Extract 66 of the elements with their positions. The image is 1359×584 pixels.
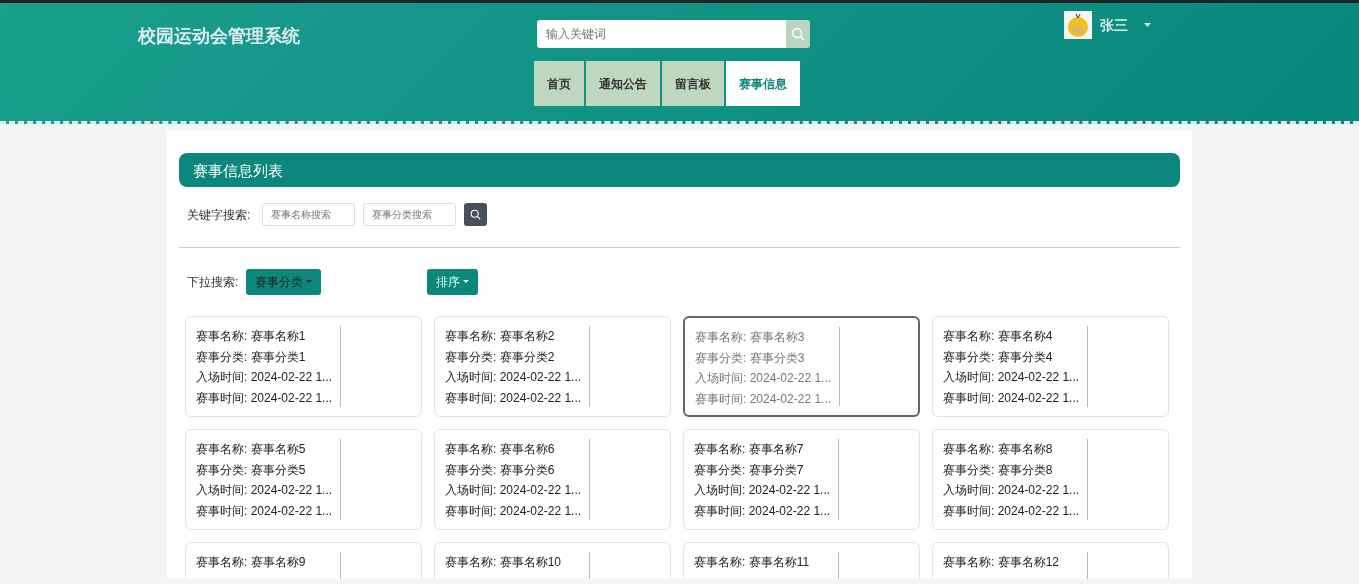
- card-text: 入场时间: 2024-02-22 1...: [943, 482, 1081, 499]
- event-card[interactable]: 赛事名称: 赛事名称7 赛事分类: 赛事分类7 入场时间: 2024-02-22 1... 赛事时间: 2024-02-22 1...: [683, 429, 920, 530]
- card-text: 赛事时间: 2024-02-22 1...: [196, 389, 334, 407]
- event-card[interactable]: 赛事名称: 赛事名称1 赛事分类: 赛事分类1 入场时间: 2024-02-22 1... 赛事时间: 2024-02-22 1...: [185, 316, 422, 417]
- event-card[interactable]: 赛事名称: 赛事名称12: [932, 542, 1169, 579]
- card-text: 赛事名称: 赛事名称11: [694, 554, 811, 571]
- search-icon: [470, 209, 482, 220]
- search-button[interactable]: [464, 203, 488, 226]
- card-text: 赛事时间: 2024-02-22 1...: [943, 389, 1081, 407]
- card-text: 赛事分类: 赛事分类5: [196, 461, 307, 479]
- event-card[interactable]: 赛事名称: 赛事名称9: [185, 542, 422, 579]
- event-card[interactable]: 赛事名称: 赛事名称2 赛事分类: 赛事分类2 入场时间: 2024-02-22 1... 赛事时间: 2024-02-22 1...: [434, 316, 671, 417]
- card-text: 赛事名称: 赛事名称7: [694, 441, 805, 458]
- card-text: 入场时间: 2024-02-22 1...: [196, 369, 334, 386]
- card-text: 赛事名称: 赛事名称12: [943, 554, 1060, 571]
- event-card[interactable]: 赛事名称: 赛事名称3 赛事分类: 赛事分类3 入场时间: 2024-02-22 1... 赛事时间: 2024-02-22 1...: [683, 316, 920, 417]
- nav-tab[interactable]: 赛事信息: [726, 61, 800, 106]
- card-text: 赛事名称: 赛事名称10: [445, 554, 562, 571]
- card-text: 赛事名称: 赛事名称3: [695, 329, 806, 346]
- card-text: 赛事分类: 赛事分类1: [196, 348, 307, 366]
- caret-icon[interactable]: [1144, 23, 1151, 27]
- card-text: 赛事时间: 2024-02-22 1...: [943, 502, 1081, 520]
- event-card[interactable]: 赛事名称: 赛事名称4 赛事分类: 赛事分类4 入场时间: 2024-02-22 1... 赛事时间: 2024-02-22 1...: [932, 316, 1169, 417]
- card-text: 入场时间: 2024-02-22 1...: [445, 369, 583, 386]
- event-card[interactable]: 赛事名称: 赛事名称8 赛事分类: 赛事分类8 入场时间: 2024-02-22 1... 赛事时间: 2024-02-22 1...: [932, 429, 1169, 530]
- dropdown-label: 下拉搜索:: [187, 274, 239, 291]
- card-text: 赛事名称: 赛事名称2: [445, 328, 556, 345]
- dropdown-button[interactable]: 排序: [427, 269, 479, 295]
- card-text: 赛事分类: 赛事分类3: [695, 349, 806, 367]
- event-card[interactable]: 赛事名称: 赛事名称5 赛事分类: 赛事分类5 入场时间: 2024-02-22 1... 赛事时间: 2024-02-22 1...: [185, 429, 422, 530]
- nav-tab[interactable]: 首页: [534, 61, 584, 106]
- card-text: 赛事分类: 赛事分类4: [943, 348, 1054, 366]
- card-text: 赛事分类: 赛事分类2: [445, 348, 556, 366]
- search-field[interactable]: 输入关键词: [537, 20, 786, 48]
- search-field[interactable]: 赛事分类搜索: [363, 203, 457, 226]
- card-text: 赛事名称: 赛事名称9: [196, 554, 307, 571]
- event-card[interactable]: 赛事名称: 赛事名称10: [434, 542, 671, 579]
- panel-title: 赛事信息列表: [179, 153, 1180, 187]
- search-icon: [791, 27, 805, 41]
- card-text: 赛事名称: 赛事名称5: [196, 441, 307, 458]
- nav-tab[interactable]: 通知公告: [586, 61, 660, 106]
- card-text: 赛事时间: 2024-02-22 1...: [445, 389, 583, 407]
- card-text: 入场时间: 2024-02-22 1...: [695, 370, 833, 387]
- search-label: 关键字搜索:: [187, 206, 251, 224]
- event-card[interactable]: 赛事名称: 赛事名称11: [683, 542, 920, 579]
- nav-tab[interactable]: 留言板: [662, 61, 724, 106]
- avatar-icon: [1064, 11, 1092, 39]
- card-text: 赛事时间: 2024-02-22 1...: [196, 502, 334, 520]
- event-card[interactable]: 赛事名称: 赛事名称6 赛事分类: 赛事分类6 入场时间: 2024-02-22 1... 赛事时间: 2024-02-22 1...: [434, 429, 671, 530]
- card-text: 赛事名称: 赛事名称4: [943, 328, 1054, 345]
- card-text: 赛事名称: 赛事名称8: [943, 441, 1054, 458]
- card-text: 赛事名称: 赛事名称1: [196, 328, 307, 345]
- card-text: 赛事分类: 赛事分类7: [694, 461, 805, 479]
- card-text: 入场时间: 2024-02-22 1...: [694, 482, 832, 499]
- card-text: 赛事时间: 2024-02-22 1...: [695, 390, 833, 408]
- card-text: 入场时间: 2024-02-22 1...: [196, 482, 334, 499]
- card-text: 赛事名称: 赛事名称6: [445, 441, 556, 458]
- search-field[interactable]: 赛事名称搜索: [262, 203, 356, 226]
- card-text: 赛事时间: 2024-02-22 1...: [694, 502, 832, 520]
- card-text: 入场时间: 2024-02-22 1...: [445, 482, 583, 499]
- card-text: 入场时间: 2024-02-22 1...: [943, 369, 1081, 386]
- dropdown-button[interactable]: 赛事分类: [246, 269, 322, 295]
- card-text: 赛事分类: 赛事分类8: [943, 461, 1054, 479]
- site-title: 校园运动会管理系统: [138, 25, 300, 48]
- card-text: 赛事时间: 2024-02-22 1...: [445, 502, 583, 520]
- card-text: 赛事分类: 赛事分类6: [445, 461, 556, 479]
